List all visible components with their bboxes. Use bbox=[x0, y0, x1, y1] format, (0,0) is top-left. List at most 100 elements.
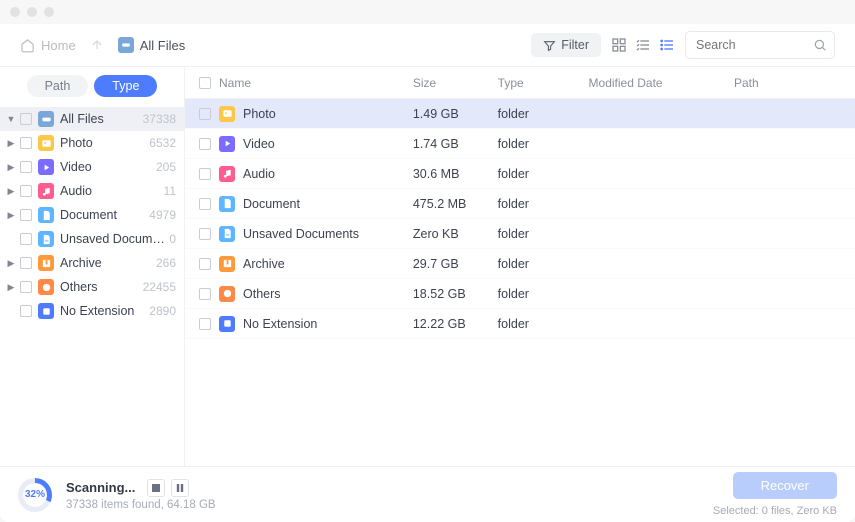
pause-scan-button[interactable] bbox=[171, 479, 189, 497]
row-checkbox[interactable] bbox=[199, 288, 211, 300]
table-row[interactable]: Document 475.2 MB folder bbox=[185, 189, 855, 219]
main-area: Path Type ▼ All Files 37338 ▶ Photo 6532… bbox=[0, 66, 855, 466]
table-row[interactable]: Others 18.52 GB folder bbox=[185, 279, 855, 309]
tree-checkbox[interactable] bbox=[20, 209, 32, 221]
table-row[interactable]: Unsaved Documents Zero KB folder bbox=[185, 219, 855, 249]
tree-checkbox[interactable] bbox=[20, 281, 32, 293]
tree-item-label: Video bbox=[60, 160, 152, 174]
disclosure-triangle-icon[interactable]: ▼ bbox=[4, 114, 18, 124]
breadcrumb[interactable]: All Files bbox=[118, 37, 186, 53]
table-row[interactable]: Audio 30.6 MB folder bbox=[185, 159, 855, 189]
table-row[interactable]: ? No Extension 12.22 GB folder bbox=[185, 309, 855, 339]
breadcrumb-label: All Files bbox=[140, 38, 186, 53]
disclosure-triangle-icon[interactable]: ▶ bbox=[4, 186, 18, 197]
stop-scan-button[interactable] bbox=[147, 479, 165, 497]
row-name: Document bbox=[243, 197, 300, 211]
sidebar-item[interactable]: Unsaved Docume... 0 bbox=[0, 227, 184, 251]
tree-checkbox[interactable] bbox=[20, 161, 32, 173]
disclosure-triangle-icon[interactable]: ▶ bbox=[4, 282, 18, 293]
zoom-window-button[interactable] bbox=[44, 7, 54, 17]
column-size[interactable]: Size bbox=[413, 76, 498, 90]
up-button[interactable] bbox=[90, 38, 104, 52]
row-name: Audio bbox=[243, 167, 275, 181]
table-row[interactable]: Photo 1.49 GB folder bbox=[185, 99, 855, 129]
close-window-button[interactable] bbox=[10, 7, 20, 17]
tree-checkbox[interactable] bbox=[20, 233, 32, 245]
view-mode-buttons bbox=[611, 37, 675, 53]
tree-checkbox[interactable] bbox=[20, 185, 32, 197]
pause-icon bbox=[176, 484, 184, 492]
row-checkbox[interactable] bbox=[199, 108, 211, 120]
row-checkbox[interactable] bbox=[199, 228, 211, 240]
video-icon bbox=[38, 159, 54, 175]
minimize-window-button[interactable] bbox=[27, 7, 37, 17]
sidebar-item[interactable]: ▶ Others 22455 bbox=[0, 275, 184, 299]
list-view-button[interactable] bbox=[659, 37, 675, 53]
doc-icon bbox=[38, 207, 54, 223]
home-button[interactable]: Home bbox=[20, 38, 76, 53]
table-row[interactable]: Archive 29.7 GB folder bbox=[185, 249, 855, 279]
sidebar-item[interactable]: ▼ All Files 37338 bbox=[0, 107, 184, 131]
tree-item-label: Document bbox=[60, 208, 145, 222]
tree-item-label: Audio bbox=[60, 184, 160, 198]
sidebar-item[interactable]: ? No Extension 2890 bbox=[0, 299, 184, 323]
selection-summary: Selected: 0 files, Zero KB bbox=[713, 505, 837, 517]
row-checkbox[interactable] bbox=[199, 168, 211, 180]
tree-item-label: Others bbox=[60, 280, 139, 294]
window-controls bbox=[10, 7, 54, 17]
sidebar-item[interactable]: ▶ Audio 11 bbox=[0, 179, 184, 203]
disclosure-triangle-icon[interactable]: ▶ bbox=[4, 138, 18, 149]
detail-view-button[interactable] bbox=[635, 37, 651, 53]
row-checkbox[interactable] bbox=[199, 318, 211, 330]
sidebar-item[interactable]: ▶ Document 4979 bbox=[0, 203, 184, 227]
udoc-icon bbox=[38, 231, 54, 247]
row-type: folder bbox=[498, 257, 589, 271]
audio-icon bbox=[219, 166, 235, 182]
recover-button[interactable]: Recover bbox=[733, 472, 837, 499]
scan-subtitle: 37338 items found, 64.18 GB bbox=[66, 499, 216, 511]
row-checkbox[interactable] bbox=[199, 258, 211, 270]
tab-type[interactable]: Type bbox=[94, 75, 157, 97]
sidebar-item[interactable]: ▶ Archive 266 bbox=[0, 251, 184, 275]
sidebar-item[interactable]: ▶ Photo 6532 bbox=[0, 131, 184, 155]
archive-icon bbox=[219, 256, 235, 272]
video-icon bbox=[219, 136, 235, 152]
column-type[interactable]: Type bbox=[498, 76, 589, 90]
window-titlebar bbox=[0, 0, 855, 24]
grid-icon bbox=[611, 37, 627, 53]
sidebar-tree: ▼ All Files 37338 ▶ Photo 6532 ▶ Video 2… bbox=[0, 105, 184, 466]
row-checkbox[interactable] bbox=[199, 138, 211, 150]
disclosure-triangle-icon[interactable]: ▶ bbox=[4, 162, 18, 173]
list-icon bbox=[659, 37, 675, 53]
tree-checkbox[interactable] bbox=[20, 137, 32, 149]
disk-icon bbox=[118, 37, 134, 53]
tree-item-count: 22455 bbox=[143, 280, 176, 294]
row-checkbox[interactable] bbox=[199, 198, 211, 210]
row-size: 12.22 GB bbox=[413, 317, 498, 331]
disclosure-triangle-icon[interactable]: ▶ bbox=[4, 210, 18, 221]
up-arrow-icon bbox=[90, 38, 104, 52]
tree-checkbox[interactable] bbox=[20, 257, 32, 269]
tab-path[interactable]: Path bbox=[27, 75, 89, 97]
filter-button[interactable]: Filter bbox=[531, 33, 601, 57]
noext-icon: ? bbox=[219, 316, 235, 332]
table-row[interactable]: Video 1.74 GB folder bbox=[185, 129, 855, 159]
column-path[interactable]: Path bbox=[734, 76, 843, 90]
scan-status: Scanning... 37338 items found, 64.18 GB bbox=[66, 479, 216, 511]
tree-checkbox[interactable] bbox=[20, 113, 32, 125]
row-type: folder bbox=[498, 317, 589, 331]
tree-item-count: 2890 bbox=[149, 304, 176, 318]
sidebar-item[interactable]: ▶ Video 205 bbox=[0, 155, 184, 179]
udoc-icon bbox=[219, 226, 235, 242]
column-name[interactable]: Name bbox=[219, 76, 413, 90]
row-size: Zero KB bbox=[413, 227, 498, 241]
tree-item-label: All Files bbox=[60, 112, 139, 126]
tree-checkbox[interactable] bbox=[20, 305, 32, 317]
progress-spinner: 32% bbox=[18, 478, 52, 512]
svg-text:?: ? bbox=[225, 321, 229, 328]
disclosure-triangle-icon[interactable]: ▶ bbox=[4, 258, 18, 269]
grid-view-button[interactable] bbox=[611, 37, 627, 53]
svg-text:?: ? bbox=[44, 308, 48, 315]
column-modified[interactable]: Modified Date bbox=[589, 76, 734, 90]
select-all-checkbox[interactable] bbox=[199, 77, 211, 89]
